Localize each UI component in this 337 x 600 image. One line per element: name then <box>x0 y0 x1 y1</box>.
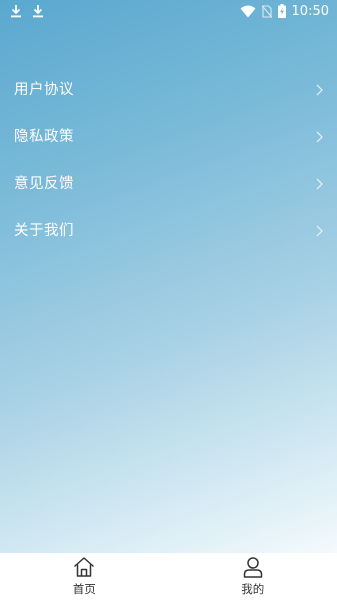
chevron-right-icon <box>316 222 323 241</box>
menu-item-label: 意见反馈 <box>14 176 74 192</box>
profile-icon <box>242 556 264 578</box>
menu-item-about-us[interactable]: 关于我们 <box>0 206 337 253</box>
settings-screen: 10:50 用户协议 隐私政策 意见反馈 关于我们 <box>0 0 337 553</box>
chevron-right-icon <box>316 81 323 100</box>
home-icon <box>73 556 95 578</box>
menu-item-user-agreement[interactable]: 用户协议 <box>0 65 337 112</box>
status-bar: 10:50 <box>0 0 337 24</box>
status-time: 10:50 <box>291 4 329 19</box>
menu-item-privacy-policy[interactable]: 隐私政策 <box>0 112 337 159</box>
download-icon <box>32 3 44 22</box>
status-left-icons <box>10 3 44 22</box>
no-sim-icon <box>261 3 272 22</box>
tab-profile-label: 我的 <box>241 582 265 596</box>
chevron-right-icon <box>316 128 323 147</box>
menu-item-feedback[interactable]: 意见反馈 <box>0 159 337 206</box>
menu-item-label: 用户协议 <box>14 82 74 98</box>
tab-home[interactable]: 首页 <box>0 553 169 600</box>
tab-profile[interactable]: 我的 <box>169 553 337 600</box>
wifi-icon <box>240 3 256 22</box>
bottom-nav: 首页 我的 <box>0 553 337 600</box>
status-right-icons: 10:50 <box>240 2 329 22</box>
menu-item-label: 关于我们 <box>14 223 74 239</box>
menu-item-label: 隐私政策 <box>14 129 74 145</box>
tab-home-label: 首页 <box>72 582 96 596</box>
chevron-right-icon <box>316 175 323 194</box>
settings-menu: 用户协议 隐私政策 意见反馈 关于我们 <box>0 65 337 253</box>
download-icon <box>10 3 22 22</box>
battery-charging-icon <box>277 3 286 22</box>
